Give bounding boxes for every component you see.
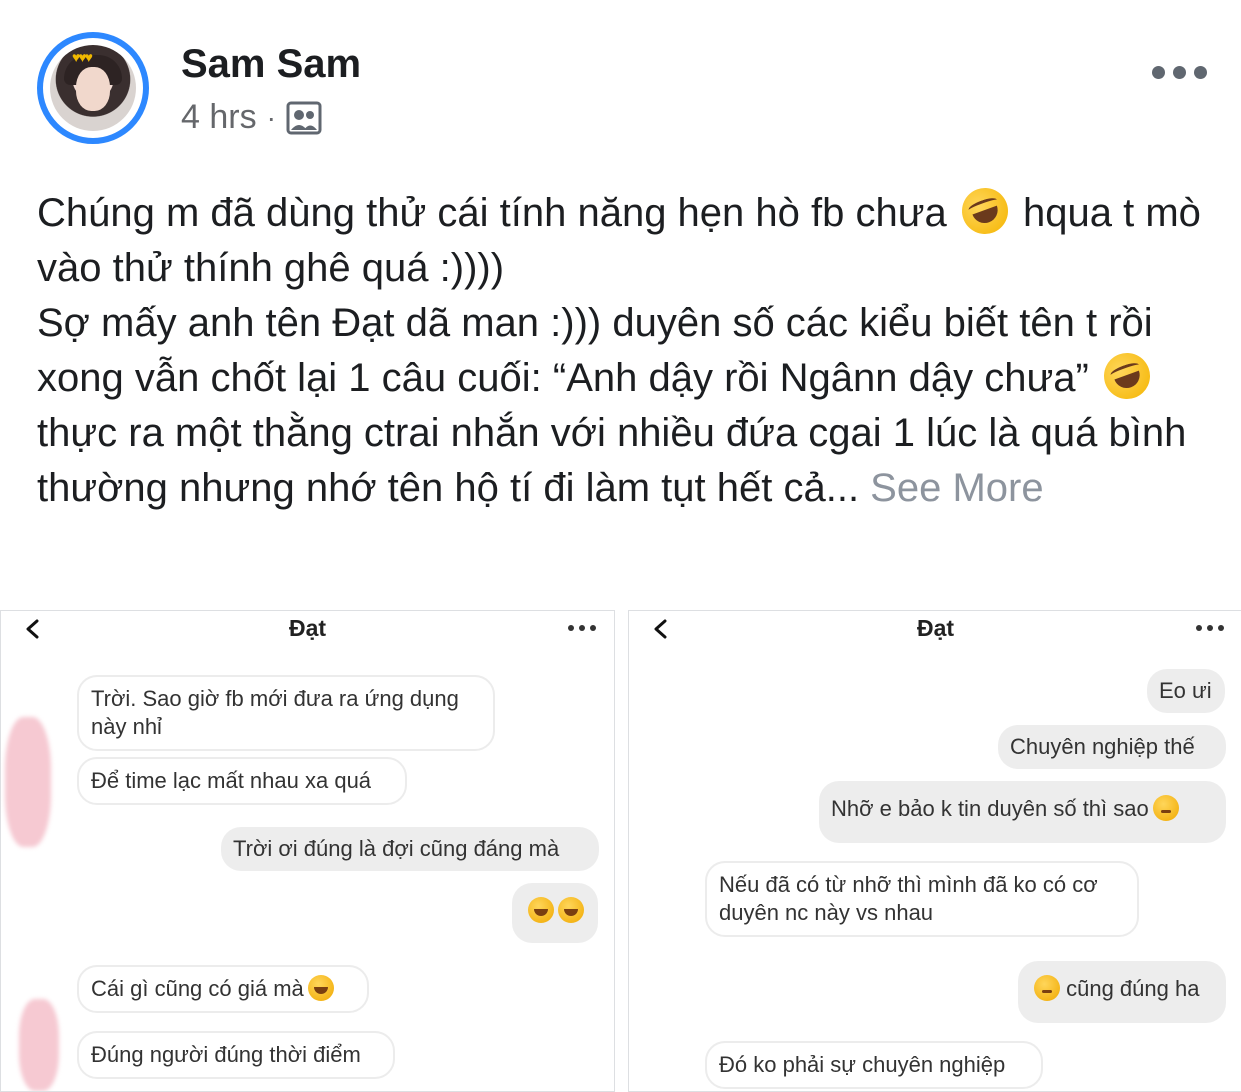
avatar-face <box>76 67 110 111</box>
thinking-emoji-icon <box>1152 795 1179 821</box>
dot <box>590 625 596 631</box>
author-name[interactable]: Sam Sam <box>181 42 361 87</box>
dot <box>1152 65 1165 79</box>
rofl-emoji-icon <box>558 897 584 923</box>
post-options-icon[interactable] <box>1152 62 1212 82</box>
rofl-emoji-icon <box>955 181 1015 241</box>
avatar-photo: ♥♥♥ <box>50 45 136 131</box>
chat-header: Đạt <box>1 611 614 651</box>
rofl-emoji-icon <box>307 975 334 1001</box>
message-bubble[interactable]: Nhỡ e bảo k tin duyên số thì sao <box>819 781 1226 843</box>
heart-crown-icon: ♥♥♥ <box>72 49 93 65</box>
dot <box>1194 65 1207 79</box>
post-paragraph-2: Sợ mấy anh tên Đạt dã man :))) duyên số … <box>37 296 1217 516</box>
dot <box>1173 65 1186 79</box>
chat-title: Đạt <box>916 615 955 641</box>
chat-options-icon[interactable] <box>1196 625 1224 631</box>
post-time[interactable]: 4 hrs <box>181 98 257 137</box>
message-bubble[interactable]: Chuyên nghiệp thế <box>998 725 1226 769</box>
blurred-avatar <box>19 999 59 1091</box>
message-bubble[interactable]: Cái gì cũng có giá mà <box>77 965 369 1013</box>
dot <box>1196 625 1202 631</box>
chat-title: Đạt <box>288 615 327 641</box>
thinking-emoji-icon <box>1034 975 1060 1001</box>
message-text: Nhỡ e bảo k tin duyên số thì sao <box>831 796 1149 821</box>
group-audience-icon[interactable] <box>286 101 322 135</box>
blurred-avatar <box>5 717 51 847</box>
chat-screenshot-left[interactable]: Đạt Trời. Sao giờ fb mới đưa ra ứng dụng… <box>0 610 615 1092</box>
chat-screenshot-right[interactable]: Đạt Eo ưi Chuyên nghiệp thế Nhỡ e bảo k … <box>628 610 1241 1092</box>
profile-avatar[interactable]: ♥♥♥ <box>37 32 149 144</box>
rofl-emoji-icon <box>528 897 554 923</box>
dot <box>1218 625 1224 631</box>
meta-separator: · <box>266 101 276 133</box>
message-bubble[interactable]: Để time lạc mất nhau xa quá <box>77 757 407 805</box>
dot <box>1207 625 1213 631</box>
message-bubble[interactable]: Eo ưi <box>1147 669 1225 713</box>
message-bubble[interactable]: Trời ơi đúng là đợi cũng đáng mà <box>221 827 599 871</box>
see-more-link[interactable]: See More <box>859 466 1043 510</box>
message-text: Cái gì cũng có giá mà <box>91 976 304 1001</box>
message-bubble[interactable]: Đúng người đúng thời điểm <box>77 1031 395 1079</box>
message-bubble[interactable]: Nếu đã có từ nhỡ thì mình đã ko có cơ du… <box>705 861 1139 937</box>
dot <box>568 625 574 631</box>
message-bubble[interactable]: Trời. Sao giờ fb mới đưa ra ứng dụng này… <box>77 675 495 751</box>
message-text: cũng đúng ha <box>1060 976 1200 1001</box>
chat-header: Đạt <box>629 611 1241 651</box>
post-meta: 4 hrs · <box>181 98 322 137</box>
message-bubble[interactable]: Đó ko phải sự chuyên nghiệp <box>705 1041 1043 1089</box>
message-bubble[interactable]: cũng đúng ha <box>1018 961 1226 1023</box>
chat-options-icon[interactable] <box>568 625 596 631</box>
post-body: Chúng m đã dùng thử cái tính năng hẹn hò… <box>37 181 1217 516</box>
emoji-message-bubble[interactable] <box>512 883 598 943</box>
rofl-emoji-icon <box>1097 346 1157 406</box>
post-text-2: Sợ mấy anh tên Đạt dã man :))) duyên số … <box>37 301 1153 400</box>
post-text-1a: Chúng m đã dùng thử cái tính năng hẹn hò… <box>37 191 947 235</box>
post-paragraph-1: Chúng m đã dùng thử cái tính năng hẹn hò… <box>37 181 1217 296</box>
dot <box>579 625 585 631</box>
